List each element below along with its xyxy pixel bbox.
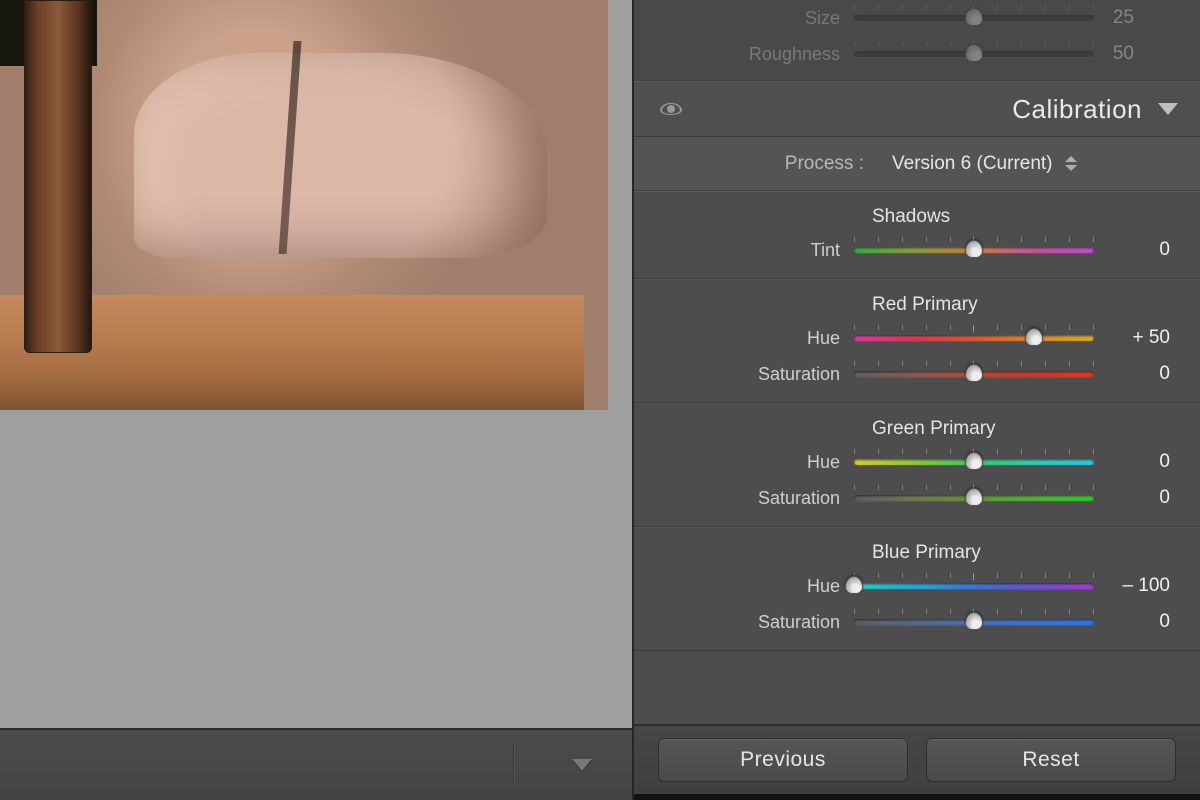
green-sat-label: Saturation: [634, 488, 854, 509]
blue-primary-group: Blue Primary Hue – 100 Saturation 0: [634, 527, 1200, 651]
reset-button[interactable]: Reset: [926, 738, 1176, 782]
green-sat-slider[interactable]: [854, 487, 1094, 509]
blue-hue-value[interactable]: – 100: [1094, 575, 1170, 597]
red-sat-label: Saturation: [634, 364, 854, 385]
red-sat-value[interactable]: 0: [1094, 363, 1170, 385]
shadows-tint-row: Tint 0: [634, 232, 1200, 268]
shadows-tint-value[interactable]: 0: [1094, 239, 1170, 261]
blue-hue-label: Hue: [634, 576, 854, 597]
red-sat-slider[interactable]: [854, 363, 1094, 385]
shadows-tint-label: Tint: [634, 240, 854, 261]
process-version-row: Process : Version 6 (Current): [634, 137, 1200, 191]
calibration-panel-header[interactable]: Calibration: [634, 81, 1200, 137]
blue-sat-slider[interactable]: [854, 611, 1094, 633]
green-primary-title: Green Primary: [634, 418, 1200, 440]
grain-size-slider[interactable]: [854, 7, 1094, 29]
grain-roughness-label: Roughness: [634, 44, 854, 65]
blue-sat-row: Saturation 0: [634, 604, 1200, 640]
slider-thumb-icon[interactable]: [965, 364, 983, 382]
dropdown-updown-icon[interactable]: [1065, 156, 1077, 171]
previous-button[interactable]: Previous: [658, 738, 908, 782]
green-sat-row: Saturation 0: [634, 480, 1200, 516]
green-hue-label: Hue: [634, 452, 854, 473]
photo-placeholder: [0, 0, 608, 410]
red-primary-group: Red Primary Hue + 50 Saturation 0: [634, 279, 1200, 403]
process-version-dropdown[interactable]: Version 6 (Current): [892, 153, 1053, 175]
red-hue-slider[interactable]: [854, 327, 1094, 349]
blue-hue-row: Hue – 100: [634, 568, 1200, 604]
preview-canvas-background: [0, 410, 632, 728]
panel-visibility-eye-icon[interactable]: [660, 98, 682, 120]
grain-panel-tail: Size 25 Roughness 50: [634, 0, 1200, 81]
develop-right-panel: Size 25 Roughness 50 Calibration Process…: [632, 0, 1200, 800]
blue-primary-title: Blue Primary: [634, 542, 1200, 564]
shadows-group: Shadows Tint 0: [634, 191, 1200, 279]
process-label: Process :: [634, 153, 864, 175]
green-hue-value[interactable]: 0: [1094, 451, 1170, 473]
grain-roughness-value[interactable]: 50: [1094, 43, 1134, 65]
red-hue-row: Hue + 50: [634, 320, 1200, 356]
green-sat-value[interactable]: 0: [1094, 487, 1170, 509]
image-preview[interactable]: [0, 0, 632, 410]
blue-sat-value[interactable]: 0: [1094, 611, 1170, 633]
calibration-title: Calibration: [1012, 94, 1142, 125]
slider-thumb-icon[interactable]: [845, 576, 863, 594]
red-hue-label: Hue: [634, 328, 854, 349]
slider-thumb-icon[interactable]: [965, 44, 983, 62]
panel-disclosure-triangle-icon[interactable]: [1158, 103, 1178, 115]
slider-thumb-icon[interactable]: [965, 488, 983, 506]
slider-thumb-icon[interactable]: [1025, 328, 1043, 346]
shadows-tint-slider[interactable]: [854, 239, 1094, 261]
blue-hue-slider[interactable]: [854, 575, 1094, 597]
slider-thumb-icon[interactable]: [965, 240, 983, 258]
toolbar-disclosure-icon[interactable]: [572, 759, 592, 771]
red-hue-value[interactable]: + 50: [1094, 327, 1170, 349]
red-sat-row: Saturation 0: [634, 356, 1200, 392]
grain-size-label: Size: [634, 8, 854, 29]
grain-roughness-slider[interactable]: [854, 43, 1094, 65]
slider-thumb-icon[interactable]: [965, 452, 983, 470]
grain-size-value[interactable]: 25: [1094, 7, 1134, 29]
slider-thumb-icon[interactable]: [965, 8, 983, 26]
image-preview-area: [0, 0, 632, 800]
red-primary-title: Red Primary: [634, 294, 1200, 316]
green-hue-row: Hue 0: [634, 444, 1200, 480]
slider-thumb-icon[interactable]: [965, 612, 983, 630]
green-hue-slider[interactable]: [854, 451, 1094, 473]
blue-sat-label: Saturation: [634, 612, 854, 633]
grain-roughness-row: Roughness 50: [634, 36, 1164, 72]
window-lower-edge: [634, 794, 1200, 800]
green-primary-group: Green Primary Hue 0 Saturation 0: [634, 403, 1200, 527]
shadows-group-title: Shadows: [634, 206, 1200, 228]
develop-history-footer: Previous Reset: [634, 724, 1200, 794]
preview-footer-bar: [0, 728, 632, 800]
grain-size-row: Size 25: [634, 0, 1164, 36]
